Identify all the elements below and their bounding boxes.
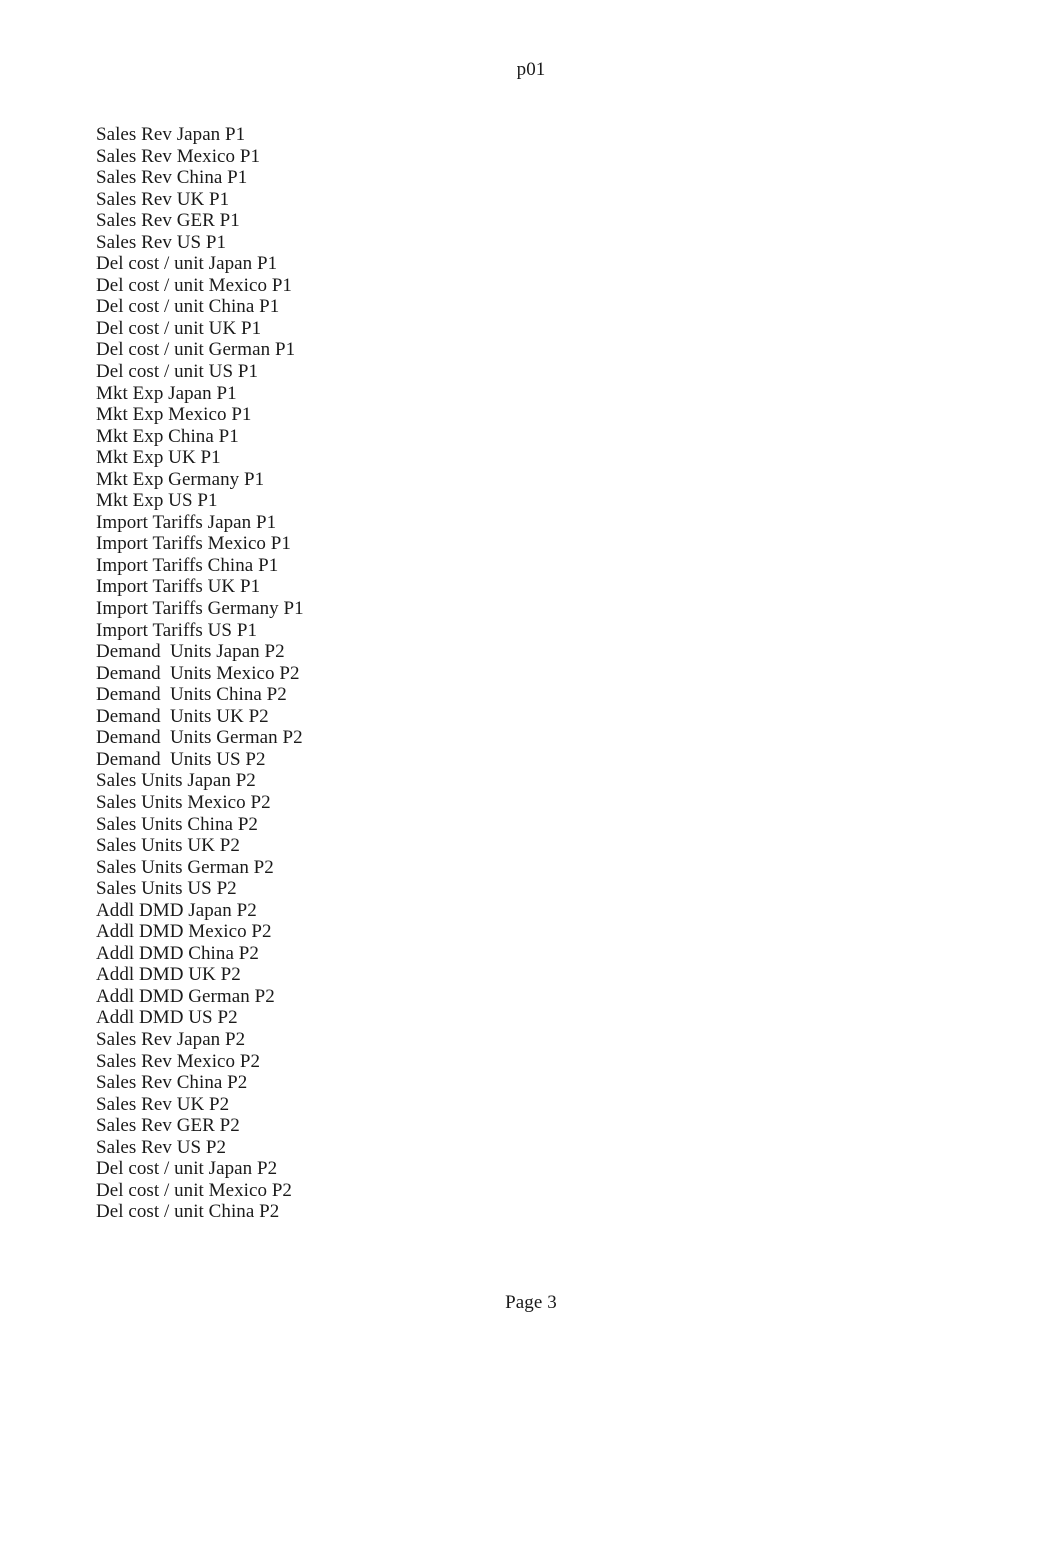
document-line: Sales Rev Mexico P2 (96, 1050, 261, 1072)
document-line: Sales Rev Mexico P1 (96, 145, 261, 167)
line-value: Units US P2 (170, 748, 266, 770)
document-line: Sales Units China P2 (96, 813, 258, 835)
page-header: p01 (516, 59, 546, 80)
document-line: Sales Units Mexico P2 (96, 791, 271, 813)
document-line: Mkt Exp Mexico P1 (96, 404, 252, 426)
document-body: Sales Rev Japan P1 Sales Rev Mexico P1 Sal… (96, 124, 936, 1223)
document-line: Sales Rev GER P1 (96, 210, 240, 232)
document-page: p01 Sales Rev Japan P1 Sales Rev Mexico P… (0, 0, 1062, 1561)
document-line: Import Tariffs Germany P1 (96, 598, 304, 620)
document-line: Addl DMD Mexico P2 (96, 921, 272, 943)
document-line: Addl DMD China P2 (96, 942, 259, 964)
line-label: Demand (96, 662, 161, 684)
document-line: Sales Rev Japan P2 (96, 1028, 246, 1050)
document-line: Sales Rev China P1 (96, 167, 248, 189)
page-footer: Page 3 (505, 1292, 557, 1313)
document-line: Del cost / unit UK P1 (96, 317, 262, 339)
document-line: Import Tariffs Japan P1 (96, 511, 277, 533)
document-line: Del cost / unit China P2 (96, 1201, 280, 1223)
document-line: Del cost / unit German P1 (96, 339, 296, 361)
document-line: Addl DMD Japan P2 (96, 899, 257, 921)
line-label: Demand (96, 727, 161, 749)
line-value: Units Mexico P2 (170, 662, 300, 684)
document-line: Sales Rev US P2 (96, 1136, 227, 1158)
document-line: Mkt Exp Germany P1 (96, 468, 265, 490)
line-value: Units China P2 (170, 684, 287, 706)
line-value: Units Japan P2 (170, 641, 285, 663)
document-line: Sales Units Japan P2 (96, 770, 256, 792)
document-line: Del cost / unit Japan P1 (96, 253, 278, 275)
document-line: Mkt Exp UK P1 (96, 447, 221, 469)
document-line: Demand Units German P2 (96, 727, 936, 749)
document-line: Del cost / unit Mexico P1 (96, 274, 292, 296)
document-line: Sales Units German P2 (96, 856, 274, 878)
document-line: Demand Units US P2 (96, 749, 936, 771)
line-label: Demand (96, 748, 161, 770)
line-label: Demand (96, 705, 161, 727)
document-line: Import Tariffs Mexico P1 (96, 533, 291, 555)
document-line: Sales Rev UK P2 (96, 1093, 230, 1115)
document-line: Sales Rev Japan P1 (96, 124, 246, 145)
line-label: Demand (96, 684, 161, 706)
document-line: Sales Units US P2 (96, 878, 237, 900)
document-line: Sales Rev China P2 (96, 1072, 248, 1094)
document-line: Demand Units China P2 (96, 684, 936, 706)
document-line: Demand Units UK P2 (96, 706, 936, 728)
document-line: Import Tariffs UK P1 (96, 576, 261, 598)
line-value: Units German P2 (170, 727, 303, 749)
document-line: Import Tariffs China P1 (96, 554, 279, 576)
document-line: Sales Units UK P2 (96, 835, 240, 857)
document-line: Del cost / unit Mexico P2 (96, 1179, 292, 1201)
document-line: Del cost / unit China P1 (96, 296, 280, 318)
document-line: Demand Units Mexico P2 (96, 663, 936, 685)
line-label: Demand (96, 641, 161, 663)
document-line: Addl DMD US P2 (96, 1007, 238, 1029)
document-line: Addl DMD German P2 (96, 985, 275, 1007)
document-line: Mkt Exp US P1 (96, 490, 218, 512)
line-value: Units UK P2 (170, 705, 269, 727)
document-line: Del cost / unit US P1 (96, 361, 259, 383)
document-line: Import Tariffs US P1 (96, 619, 257, 641)
document-line: Sales Rev US P1 (96, 231, 227, 253)
document-line: Mkt Exp China P1 (96, 425, 239, 447)
document-line: Sales Rev UK P1 (96, 188, 230, 210)
document-line: Sales Rev GER P2 (96, 1115, 240, 1137)
document-line: Addl DMD UK P2 (96, 964, 241, 986)
document-line: Del cost / unit Japan P2 (96, 1158, 278, 1180)
document-line: Demand Units Japan P2 (96, 641, 936, 663)
document-line: Mkt Exp Japan P1 (96, 382, 237, 404)
